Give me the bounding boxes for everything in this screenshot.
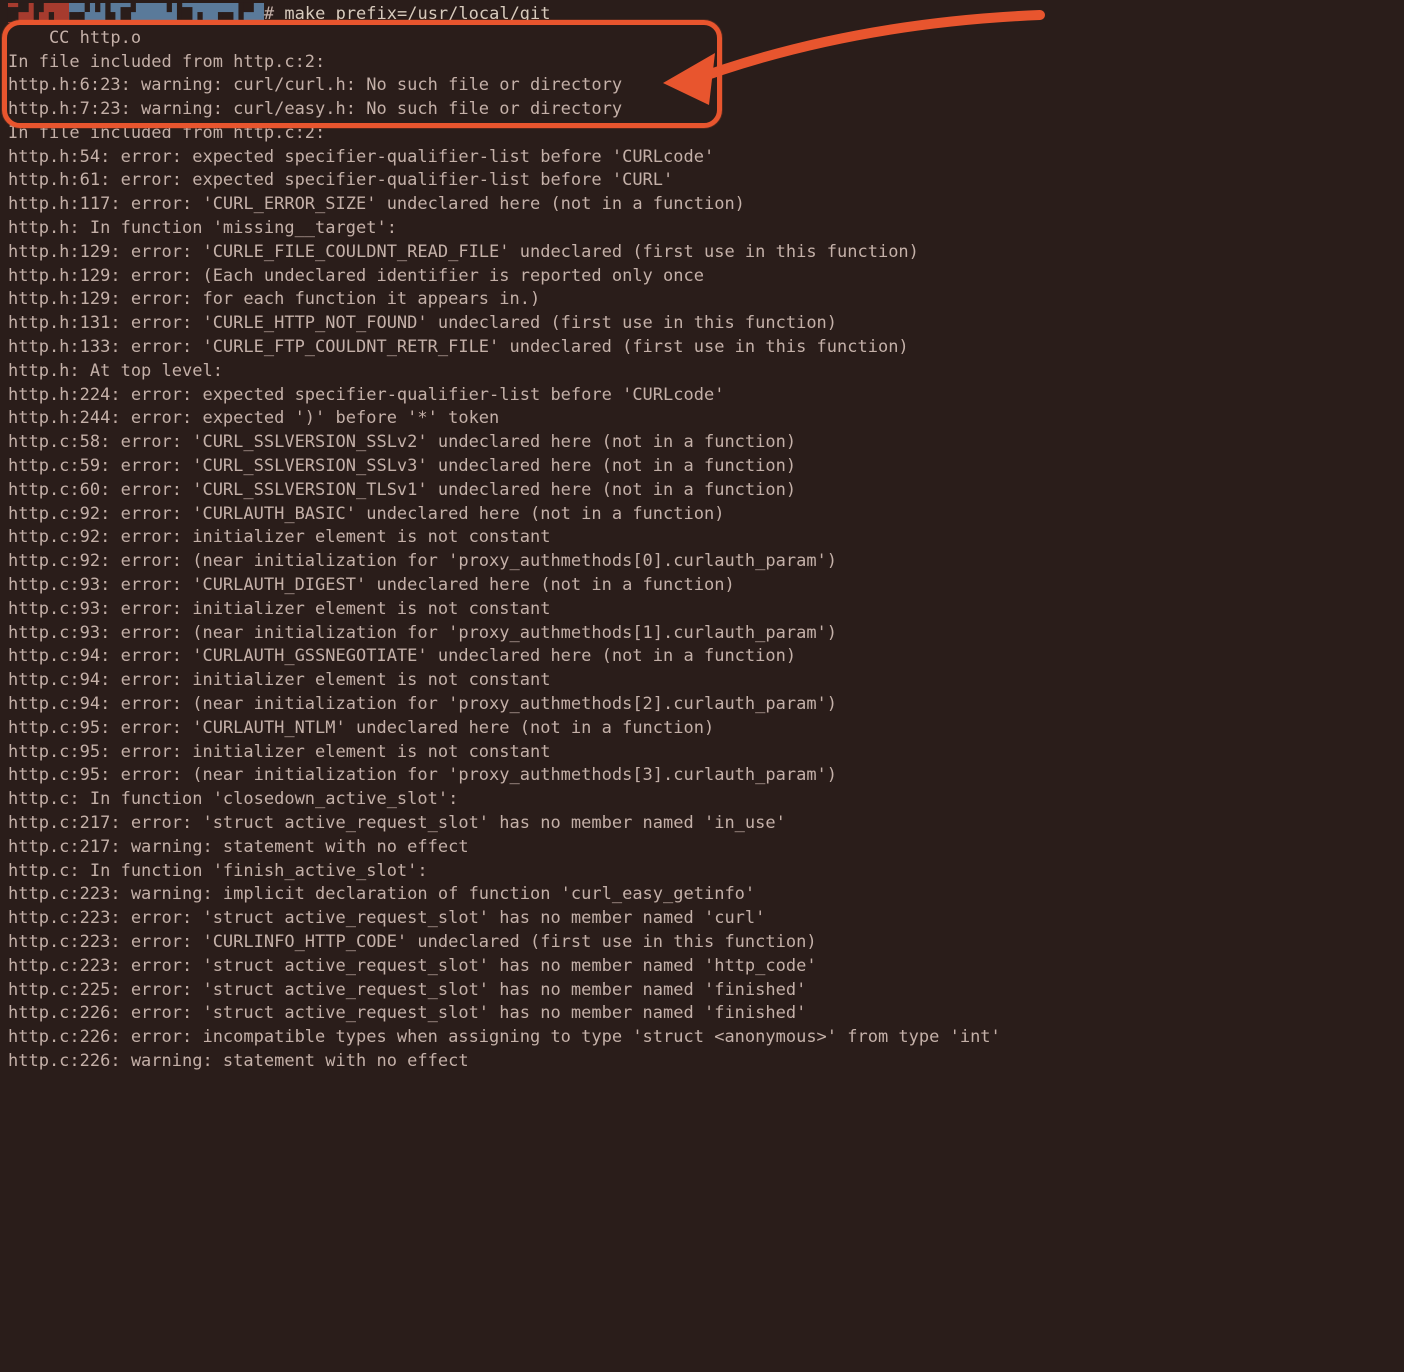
prompt-hash: #	[264, 4, 274, 24]
output-line: http.c:223: warning: implicit declaratio…	[8, 883, 1396, 907]
output-line: http.h:129: error: 'CURLE_FILE_COULDNT_R…	[8, 241, 1396, 265]
output-line: http.c:226: error: 'struct active_reques…	[8, 1002, 1396, 1026]
output-line: http.c:93: error: (near initialization f…	[8, 622, 1396, 646]
output-line: http.h:54: error: expected specifier-qua…	[8, 146, 1396, 170]
output-line: http.c:95: error: (near initialization f…	[8, 764, 1396, 788]
output-line: http.h: At top level:	[8, 360, 1396, 384]
output-line: http.c:93: error: initializer element is…	[8, 598, 1396, 622]
prompt-redacted-host: ▝▐▆▗ ▗▄▐▀	[162, 2, 264, 26]
output-line: http.c:217: warning: statement with no e…	[8, 836, 1396, 860]
output-line: http.h:61: error: expected specifier-qua…	[8, 169, 1396, 193]
output-line: http.c:226: error: incompatible types wh…	[8, 1026, 1396, 1050]
output-line: http.h:133: error: 'CURLE_FTP_COULDNT_RE…	[8, 336, 1396, 360]
output-line: http.h:129: error: for each function it …	[8, 288, 1396, 312]
output-line: CC http.o	[8, 27, 1396, 51]
output-line: http.h:6:23: warning: curl/curl.h: No su…	[8, 74, 1396, 98]
output-line: In file included from http.c:2:	[8, 51, 1396, 75]
terminal-output[interactable]: ▆▀▐▘▖ ▄▞▝▐▖▆▘ ▝▐▆▗ ▗▄▐▀ # make prefix=/u…	[8, 2, 1396, 1074]
output-line: http.h:7:23: warning: curl/easy.h: No su…	[8, 98, 1396, 122]
output-line: http.c:223: error: 'struct active_reques…	[8, 907, 1396, 931]
output-line: http.c:94: error: (near initialization f…	[8, 693, 1396, 717]
output-line: http.h:129: error: (Each undeclared iden…	[8, 265, 1396, 289]
output-line: http.c:59: error: 'CURL_SSLVERSION_SSLv3…	[8, 455, 1396, 479]
output-line: http.h: In function 'missing__target':	[8, 217, 1396, 241]
output-line: In file included from http.c:2:	[8, 122, 1396, 146]
output-line: http.c:92: error: 'CURLAUTH_BASIC' undec…	[8, 503, 1396, 527]
output-line: http.c:94: error: initializer element is…	[8, 669, 1396, 693]
output-line: http.h:244: error: expected ')' before '…	[8, 407, 1396, 431]
output-line: http.c:95: error: initializer element is…	[8, 741, 1396, 765]
output-line: http.c:223: error: 'struct active_reques…	[8, 955, 1396, 979]
output-line: http.c:92: error: (near initialization f…	[8, 550, 1396, 574]
output-line: http.c:60: error: 'CURL_SSLVERSION_TLSv1…	[8, 479, 1396, 503]
output-line: http.c: In function 'closedown_active_sl…	[8, 788, 1396, 812]
prompt-redacted-user: ▆▀▐▘▖ ▄▞▝▐▖▆▘	[8, 2, 162, 26]
output-line: http.c:93: error: 'CURLAUTH_DIGEST' unde…	[8, 574, 1396, 598]
output-line: http.c:225: error: 'struct active_reques…	[8, 979, 1396, 1003]
command-text: make prefix=/usr/local/git	[284, 4, 550, 24]
output-line: http.c:217: error: 'struct active_reques…	[8, 812, 1396, 836]
output-line: http.h:131: error: 'CURLE_HTTP_NOT_FOUND…	[8, 312, 1396, 336]
output-line: http.c:95: error: 'CURLAUTH_NTLM' undecl…	[8, 717, 1396, 741]
output-line: http.c:92: error: initializer element is…	[8, 526, 1396, 550]
output-line: http.c:58: error: 'CURL_SSLVERSION_SSLv2…	[8, 431, 1396, 455]
output-line: http.c:94: error: 'CURLAUTH_GSSNEGOTIATE…	[8, 645, 1396, 669]
output-line: http.h:117: error: 'CURL_ERROR_SIZE' und…	[8, 193, 1396, 217]
prompt-line: ▆▀▐▘▖ ▄▞▝▐▖▆▘ ▝▐▆▗ ▗▄▐▀ # make prefix=/u…	[8, 2, 1396, 27]
output-line: http.c: In function 'finish_active_slot'…	[8, 860, 1396, 884]
output-line: http.c:226: warning: statement with no e…	[8, 1050, 1396, 1074]
output-line: http.h:224: error: expected specifier-qu…	[8, 384, 1396, 408]
output-line: http.c:223: error: 'CURLINFO_HTTP_CODE' …	[8, 931, 1396, 955]
